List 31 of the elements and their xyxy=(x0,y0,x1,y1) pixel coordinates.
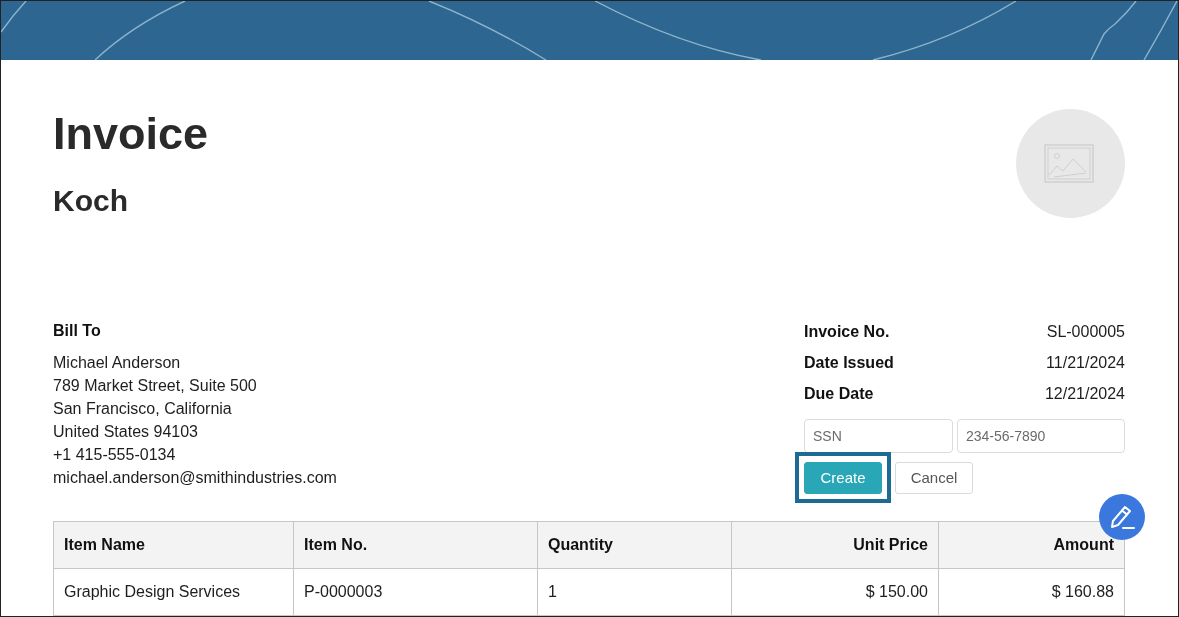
address-line: 789 Market Street, Suite 500 xyxy=(53,376,258,396)
invoice-title: Invoice xyxy=(53,111,209,156)
address-line: Michael Anderson xyxy=(53,353,182,373)
detail-value: 11/21/2024 xyxy=(1046,352,1125,373)
table-cell: 1 xyxy=(537,568,732,616)
company-name: Koch xyxy=(53,186,129,216)
address-line: michael.anderson@smithindustries.com xyxy=(53,468,337,488)
table-cell: Graphic Design Services xyxy=(53,568,294,616)
column-header: Item Name xyxy=(53,521,294,569)
edit-button[interactable] xyxy=(1099,494,1145,540)
input-field[interactable]: SSN xyxy=(804,419,953,453)
address-line: San Francisco, California xyxy=(53,399,233,419)
detail-value: SL-000005 xyxy=(1046,321,1125,342)
column-header: Amount xyxy=(938,521,1125,569)
table-cell: P-0000003 xyxy=(293,568,538,616)
input-field[interactable]: 234-56-7890 xyxy=(957,419,1125,453)
pencil-icon xyxy=(1109,504,1135,530)
detail-label: Invoice No. xyxy=(804,321,890,342)
detail-label: Due Date xyxy=(804,383,874,404)
image-placeholder-icon xyxy=(1016,109,1125,218)
cancel-button[interactable]: Cancel xyxy=(895,462,973,494)
column-header: Unit Price xyxy=(731,521,939,569)
detail-value: 12/21/2024 xyxy=(1044,383,1125,404)
table-cell: $ 160.88 xyxy=(938,568,1125,616)
table-cell: $ 150.00 xyxy=(731,568,939,616)
bill-to-heading: Bill To xyxy=(53,321,102,341)
detail-label: Date Issued xyxy=(804,352,894,373)
column-header: Quantity xyxy=(537,521,732,569)
address-line: United States 94103 xyxy=(53,422,199,442)
column-header: Item No. xyxy=(293,521,538,569)
address-line: +1 415-555-0134 xyxy=(53,445,177,465)
